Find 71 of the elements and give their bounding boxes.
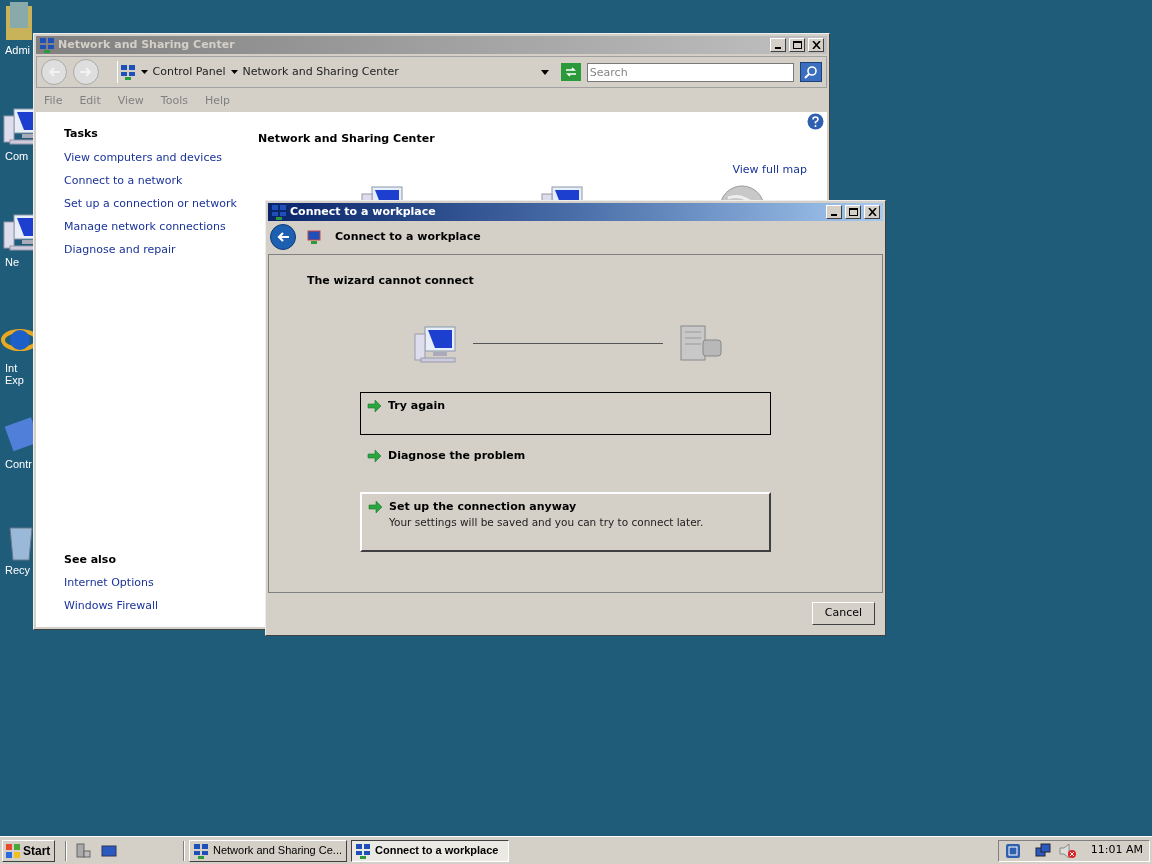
minimize-button[interactable] (826, 205, 842, 219)
page-heading: Network and Sharing Center (258, 131, 436, 147)
clock: 11:01 AM (1090, 842, 1143, 859)
cancel-button[interactable]: Cancel (812, 601, 875, 625)
desktop-icon-label[interactable]: Ne (5, 256, 20, 268)
wizard-header: Connect to a workplace (335, 228, 481, 245)
server-icon (677, 323, 725, 364)
start-button[interactable]: Start (2, 839, 55, 862)
back-arrow-icon (276, 231, 290, 243)
task-link[interactable]: Windows Firewall (64, 599, 258, 613)
taskbar-button[interactable]: Network and Sharing Ce... (189, 839, 347, 862)
desktop-icon-label[interactable]: Exp (5, 374, 24, 386)
desktop-icon-label[interactable]: Contr (5, 458, 32, 470)
task-link[interactable]: Internet Options (64, 576, 258, 590)
desktop-icon-label[interactable]: Admi (5, 44, 31, 56)
windows-logo-icon (5, 842, 21, 859)
arrow-icon (367, 397, 382, 414)
search-button[interactable] (800, 62, 822, 82)
window-title: Connect to a workplace (290, 203, 436, 220)
search-field[interactable]: Search (586, 62, 795, 82)
task-link[interactable]: View computers and devices (64, 150, 258, 165)
breadcrumb-item[interactable]: Control Panel (152, 63, 226, 81)
section-heading: Tasks (64, 126, 99, 142)
arrow-icon (367, 447, 382, 464)
breadcrumb-item[interactable]: Network and Sharing Center (242, 63, 399, 81)
window-icon (39, 37, 55, 53)
task-link[interactable]: Connect to a network (64, 173, 258, 188)
close-icon (811, 41, 821, 49)
desktop-icon-label[interactable]: Com (5, 150, 29, 162)
maximize-button[interactable] (845, 205, 861, 219)
dropdown-arrow-icon (140, 70, 148, 74)
task-link[interactable]: Manage network connections (64, 219, 258, 234)
window-icon (271, 204, 287, 220)
workplace-network-icon (306, 229, 322, 245)
volume-muted-icon (1058, 842, 1077, 859)
computers-tray-icon (1034, 842, 1051, 859)
maximize-icon (792, 41, 802, 49)
command-link[interactable]: Diagnose the problem (360, 441, 771, 485)
window-icon (193, 842, 209, 859)
command-link[interactable]: Set up the connection anyway Your settings will be saved and you can try to connect later. (360, 491, 771, 552)
search-icon (804, 65, 819, 79)
taskbar-button[interactable]: Connect to a workplace (351, 839, 509, 862)
desktop-icon-label[interactable]: Recy (5, 564, 31, 576)
maximize-button[interactable] (789, 38, 805, 52)
forward-arrow-icon (78, 66, 93, 78)
window-icon (355, 842, 371, 859)
close-button[interactable] (808, 38, 824, 52)
dropdown-arrow-icon (230, 70, 238, 74)
arrow-icon (368, 498, 383, 515)
task-link[interactable]: Diagnose and repair (64, 242, 258, 257)
maximize-icon (848, 208, 858, 216)
close-icon (867, 208, 877, 216)
window-title: Network and Sharing Center (58, 36, 235, 53)
back-arrow-icon (46, 66, 61, 78)
view-full-map-link[interactable]: View full map (732, 161, 807, 178)
network-tray-icon (1004, 842, 1021, 859)
desktop-icon-label[interactable]: Int (5, 362, 18, 374)
refresh-button[interactable] (561, 63, 581, 81)
minimize-button[interactable] (770, 38, 786, 52)
server-manager-icon (75, 842, 91, 859)
section-heading: See also (64, 551, 117, 568)
back-button[interactable] (270, 224, 296, 250)
refresh-icon (563, 66, 578, 78)
show-desktop-icon (101, 843, 117, 858)
wizard-message: The wizard cannot connect (307, 273, 475, 289)
close-button[interactable] (864, 205, 880, 219)
dropdown-arrow-icon (541, 69, 549, 75)
command-link[interactable]: Try again (360, 391, 771, 435)
task-link[interactable]: Set up a connection or network (64, 196, 258, 211)
computer-icon (411, 323, 459, 364)
network-icon (119, 64, 136, 80)
